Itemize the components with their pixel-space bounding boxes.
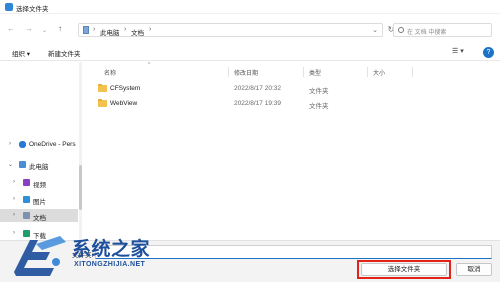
file-modified: 2022/8/17 19:39 [234, 100, 281, 107]
select-folder-button[interactable]: 选择文件夹 [361, 263, 447, 276]
view-options-icon[interactable]: ☰ ▾ [452, 47, 472, 58]
file-row[interactable]: CFSystem 2022/8/17 20:32 文件夹 [94, 82, 474, 95]
help-button[interactable]: ? [483, 47, 494, 58]
folder-icon [98, 83, 107, 92]
computer-icon [83, 26, 89, 34]
chevron-right-icon[interactable]: › [13, 179, 15, 185]
file-type: 文件夹 [309, 103, 329, 110]
sidebar-item-videos[interactable]: › 视频 [0, 176, 78, 189]
breadcrumb-documents[interactable]: 文档 [131, 27, 144, 37]
navigation-bar: ← → ⌄ ↑ › 此电脑 › 文档 › ⌄ ↻ 在 文档 中搜索 [0, 15, 500, 43]
watermark-subtitle: XITONGZHIJIA.NET [74, 261, 146, 268]
watermark-logo-icon [14, 236, 66, 276]
address-dropdown-icon[interactable]: ⌄ [372, 26, 378, 34]
address-bar[interactable]: › 此电脑 › 文档 › ⌄ [78, 23, 383, 37]
scrollbar-thumb[interactable] [79, 165, 82, 210]
toolbar: 组织 ▾ 新建文件夹 ☰ ▾ ? [0, 44, 500, 61]
navigation-pane: › OneDrive - Pers ⌄ 此电脑 › 视频 › 图片 › 文档 ›… [0, 62, 82, 240]
sidebar-item-label: 视频 [33, 182, 46, 189]
documents-icon [23, 212, 30, 219]
breadcrumb-separator-icon: › [93, 26, 96, 33]
sidebar-item-label: 文档 [33, 215, 46, 222]
app-icon [5, 3, 13, 11]
search-icon [398, 27, 404, 33]
folder-icon [98, 98, 107, 107]
breadcrumb-separator-icon: › [124, 26, 127, 33]
file-name: WebView [110, 100, 138, 107]
column-divider[interactable] [412, 67, 413, 77]
column-header-size[interactable]: 大小 [373, 68, 385, 77]
file-name: CFSystem [110, 85, 141, 92]
sort-caret-icon: ^ [148, 62, 151, 68]
video-icon [23, 179, 30, 186]
search-placeholder: 在 文档 中搜索 [407, 30, 447, 36]
sidebar-item-label: 图片 [33, 199, 46, 206]
window-title: 选择文件夹 [16, 6, 49, 13]
organize-menu[interactable]: 组织 ▾ [12, 48, 30, 58]
search-input[interactable]: 在 文档 中搜索 [393, 23, 492, 37]
sidebar-item-this-pc[interactable]: ⌄ 此电脑 [0, 158, 78, 171]
sidebar-item-pictures[interactable]: › 图片 [0, 193, 78, 206]
arrow-up-icon[interactable]: ↑ [58, 24, 62, 34]
file-type: 文件夹 [309, 88, 329, 95]
title-bar: 选择文件夹 [0, 0, 500, 14]
new-folder-button[interactable]: 新建文件夹 [48, 48, 81, 58]
arrow-right-icon[interactable]: → [25, 24, 33, 34]
computer-icon [19, 161, 26, 168]
column-header-modified[interactable]: 修改日期 [234, 68, 258, 77]
column-divider[interactable] [303, 67, 304, 77]
cancel-button[interactable]: 取消 [456, 263, 492, 276]
arrow-left-icon[interactable]: ← [7, 24, 15, 34]
file-list: ^ 名称 修改日期 类型 大小 CFSystem 2022/8/17 20:32… [84, 62, 500, 240]
sidebar-item-onedrive[interactable]: › OneDrive - Pers [0, 138, 78, 151]
watermark: 系统之家 XITONGZHIJIA.NET [10, 228, 160, 280]
chevron-right-icon[interactable]: › [9, 141, 11, 147]
breadcrumb-separator-icon: › [149, 26, 152, 33]
column-header-name[interactable]: 名称 [104, 68, 116, 77]
sidebar-item-label: OneDrive - Pers [29, 141, 76, 148]
chevron-down-icon[interactable]: ⌄ [8, 161, 13, 168]
chevron-right-icon[interactable]: › [13, 196, 15, 202]
watermark-title: 系统之家 [72, 238, 151, 260]
column-divider[interactable] [367, 67, 368, 77]
pictures-icon [23, 196, 30, 203]
cloud-icon [19, 141, 26, 148]
sidebar-item-label: 此电脑 [29, 164, 49, 171]
sidebar-scrollbar[interactable] [79, 62, 82, 240]
file-row[interactable]: WebView 2022/8/17 19:39 文件夹 [94, 97, 474, 110]
sidebar-item-documents[interactable]: › 文档 [0, 209, 78, 222]
column-divider[interactable] [228, 67, 229, 77]
chevron-right-icon[interactable]: › [13, 212, 15, 218]
breadcrumb-this-pc[interactable]: 此电脑 [100, 27, 120, 37]
file-modified: 2022/8/17 20:32 [234, 85, 281, 92]
column-header-type[interactable]: 类型 [309, 68, 321, 77]
chevron-down-icon[interactable]: ⌄ [42, 26, 47, 36]
